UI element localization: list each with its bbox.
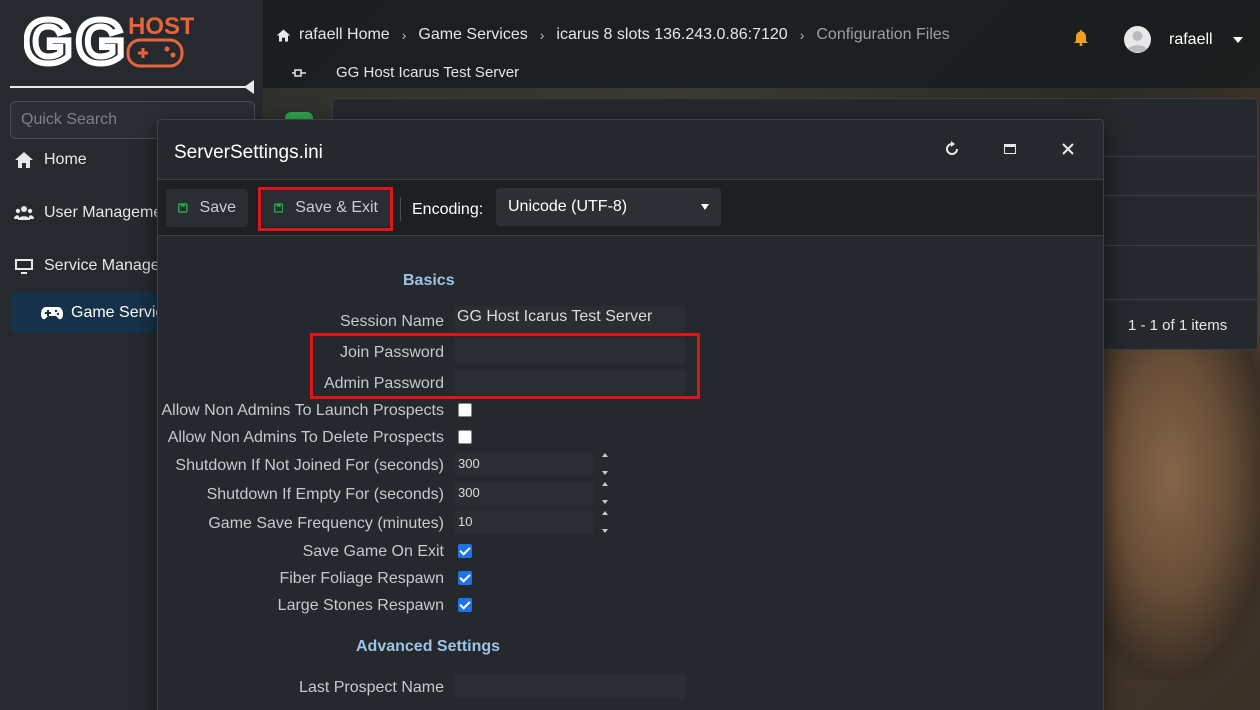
gg-host-logo: GG HOST (24, 8, 194, 70)
shutdown-not-joined-input[interactable]: 300 (454, 452, 594, 476)
svg-text:HOST: HOST (128, 13, 194, 40)
user-icon (1127, 31, 1148, 52)
number-stepper[interactable] (601, 453, 609, 475)
sidebar-divider (10, 86, 250, 88)
allow-delete-checkbox[interactable] (458, 430, 472, 444)
admin-password-input[interactable] (454, 369, 686, 395)
chevron-right-icon: › (539, 27, 545, 43)
fiber-respawn-checkbox[interactable] (458, 571, 472, 585)
session-name-label: Session Name (339, 313, 444, 330)
encoding-value: Unicode (UTF-8) (508, 198, 628, 215)
allow-launch-label: Allow Non Admins To Launch Prospects (161, 402, 444, 419)
breadcrumb: rafaell Home › Game Services › icarus 8 … (276, 26, 950, 44)
save-button[interactable]: Save (166, 189, 248, 227)
section-heading-advanced: Advanced Settings (356, 638, 501, 655)
floppy-icon (178, 203, 188, 213)
sidebar-item-label: User Manageme (44, 204, 163, 221)
save-on-exit-checkbox[interactable] (458, 544, 472, 558)
stones-respawn-label: Large Stones Respawn (277, 597, 444, 614)
join-password-label: Join Password (339, 344, 444, 361)
session-name-input[interactable]: GG Host Icarus Test Server (454, 306, 686, 332)
sidebar-item-home[interactable]: Home (14, 150, 87, 170)
refresh-button[interactable] (943, 140, 961, 158)
number-stepper[interactable] (601, 482, 609, 504)
sidebar-item-game-services[interactable]: Game Servic (11, 292, 171, 333)
admin-password-label: Admin Password (323, 375, 444, 392)
save-on-exit-label: Save Game On Exit (302, 543, 444, 560)
close-button[interactable] (1059, 140, 1077, 158)
sidebar-item-service-manager[interactable]: Service Manager (14, 256, 165, 276)
save-and-exit-button[interactable]: Save & Exit (262, 189, 390, 227)
breadcrumb-server[interactable]: icarus 8 slots 136.243.0.86:7120 (556, 26, 787, 44)
page-subtitle: GG Host Icarus Test Server (292, 64, 519, 81)
sidebar-item-label: Service Manager (44, 257, 165, 274)
shutdown-empty-input[interactable]: 300 (454, 481, 594, 505)
save-frequency-label: Game Save Frequency (minutes) (208, 515, 444, 532)
maximize-icon (1004, 144, 1016, 154)
svg-text:GG: GG (24, 8, 128, 70)
save-exit-label: Save & Exit (295, 199, 378, 216)
pin-icon (292, 68, 306, 77)
bell-icon[interactable] (1074, 30, 1088, 46)
server-name: GG Host Icarus Test Server (336, 64, 520, 81)
encoding-label: Encoding: (412, 201, 484, 218)
save-frequency-input[interactable]: 10 (454, 510, 594, 534)
modal-title: ServerSettings.ini (174, 142, 323, 163)
shutdown-empty-label: Shutdown If Empty For (seconds) (206, 486, 444, 503)
monitor-icon (15, 259, 33, 274)
avatar[interactable] (1124, 26, 1151, 53)
sidebar-item-label: Home (44, 151, 87, 168)
chevron-right-icon: › (799, 27, 805, 43)
section-heading-basics: Basics (403, 272, 455, 289)
chevron-right-icon: › (401, 27, 407, 43)
stones-respawn-checkbox[interactable] (458, 598, 472, 612)
home-icon (276, 29, 291, 41)
encoding-select[interactable]: Unicode (UTF-8) (496, 188, 721, 226)
shutdown-not-joined-label: Shutdown If Not Joined For (seconds) (175, 457, 444, 474)
allow-launch-checkbox[interactable] (458, 403, 472, 417)
background-creature-art (1090, 340, 1260, 680)
last-prospect-input[interactable] (454, 673, 686, 699)
join-password-input[interactable] (454, 338, 686, 364)
collapse-arrow-icon[interactable] (244, 80, 254, 94)
sidebar-item-user-management[interactable]: User Manageme (14, 203, 162, 223)
number-stepper[interactable] (601, 511, 609, 533)
config-editor-modal: ServerSettings.ini Save Save & Exit Enco… (157, 119, 1104, 710)
breadcrumb-home[interactable]: rafaell Home (299, 26, 390, 44)
breadcrumb-game-services[interactable]: Game Services (418, 26, 527, 44)
close-icon (1062, 143, 1074, 155)
allow-delete-label: Allow Non Admins To Delete Prospects (167, 429, 444, 446)
refresh-icon (946, 141, 958, 155)
chevron-down-icon (701, 204, 709, 210)
chevron-down-icon[interactable] (1233, 37, 1243, 43)
maximize-button[interactable] (1001, 140, 1019, 158)
toolbar-divider (400, 197, 401, 221)
floppy-icon (274, 203, 284, 213)
home-icon (15, 152, 33, 168)
breadcrumb-configuration-files: Configuration Files (816, 26, 950, 43)
fiber-respawn-label: Fiber Foliage Respawn (279, 570, 444, 587)
sidebar-item-label: Game Servic (71, 303, 164, 321)
pager-info: 1 - 1 of 1 items (1128, 317, 1228, 334)
gamepad-icon (41, 306, 63, 319)
last-prospect-label: Last Prospect Name (299, 679, 444, 696)
save-label: Save (199, 199, 236, 216)
username[interactable]: rafaell (1169, 31, 1213, 49)
users-icon (14, 206, 34, 220)
